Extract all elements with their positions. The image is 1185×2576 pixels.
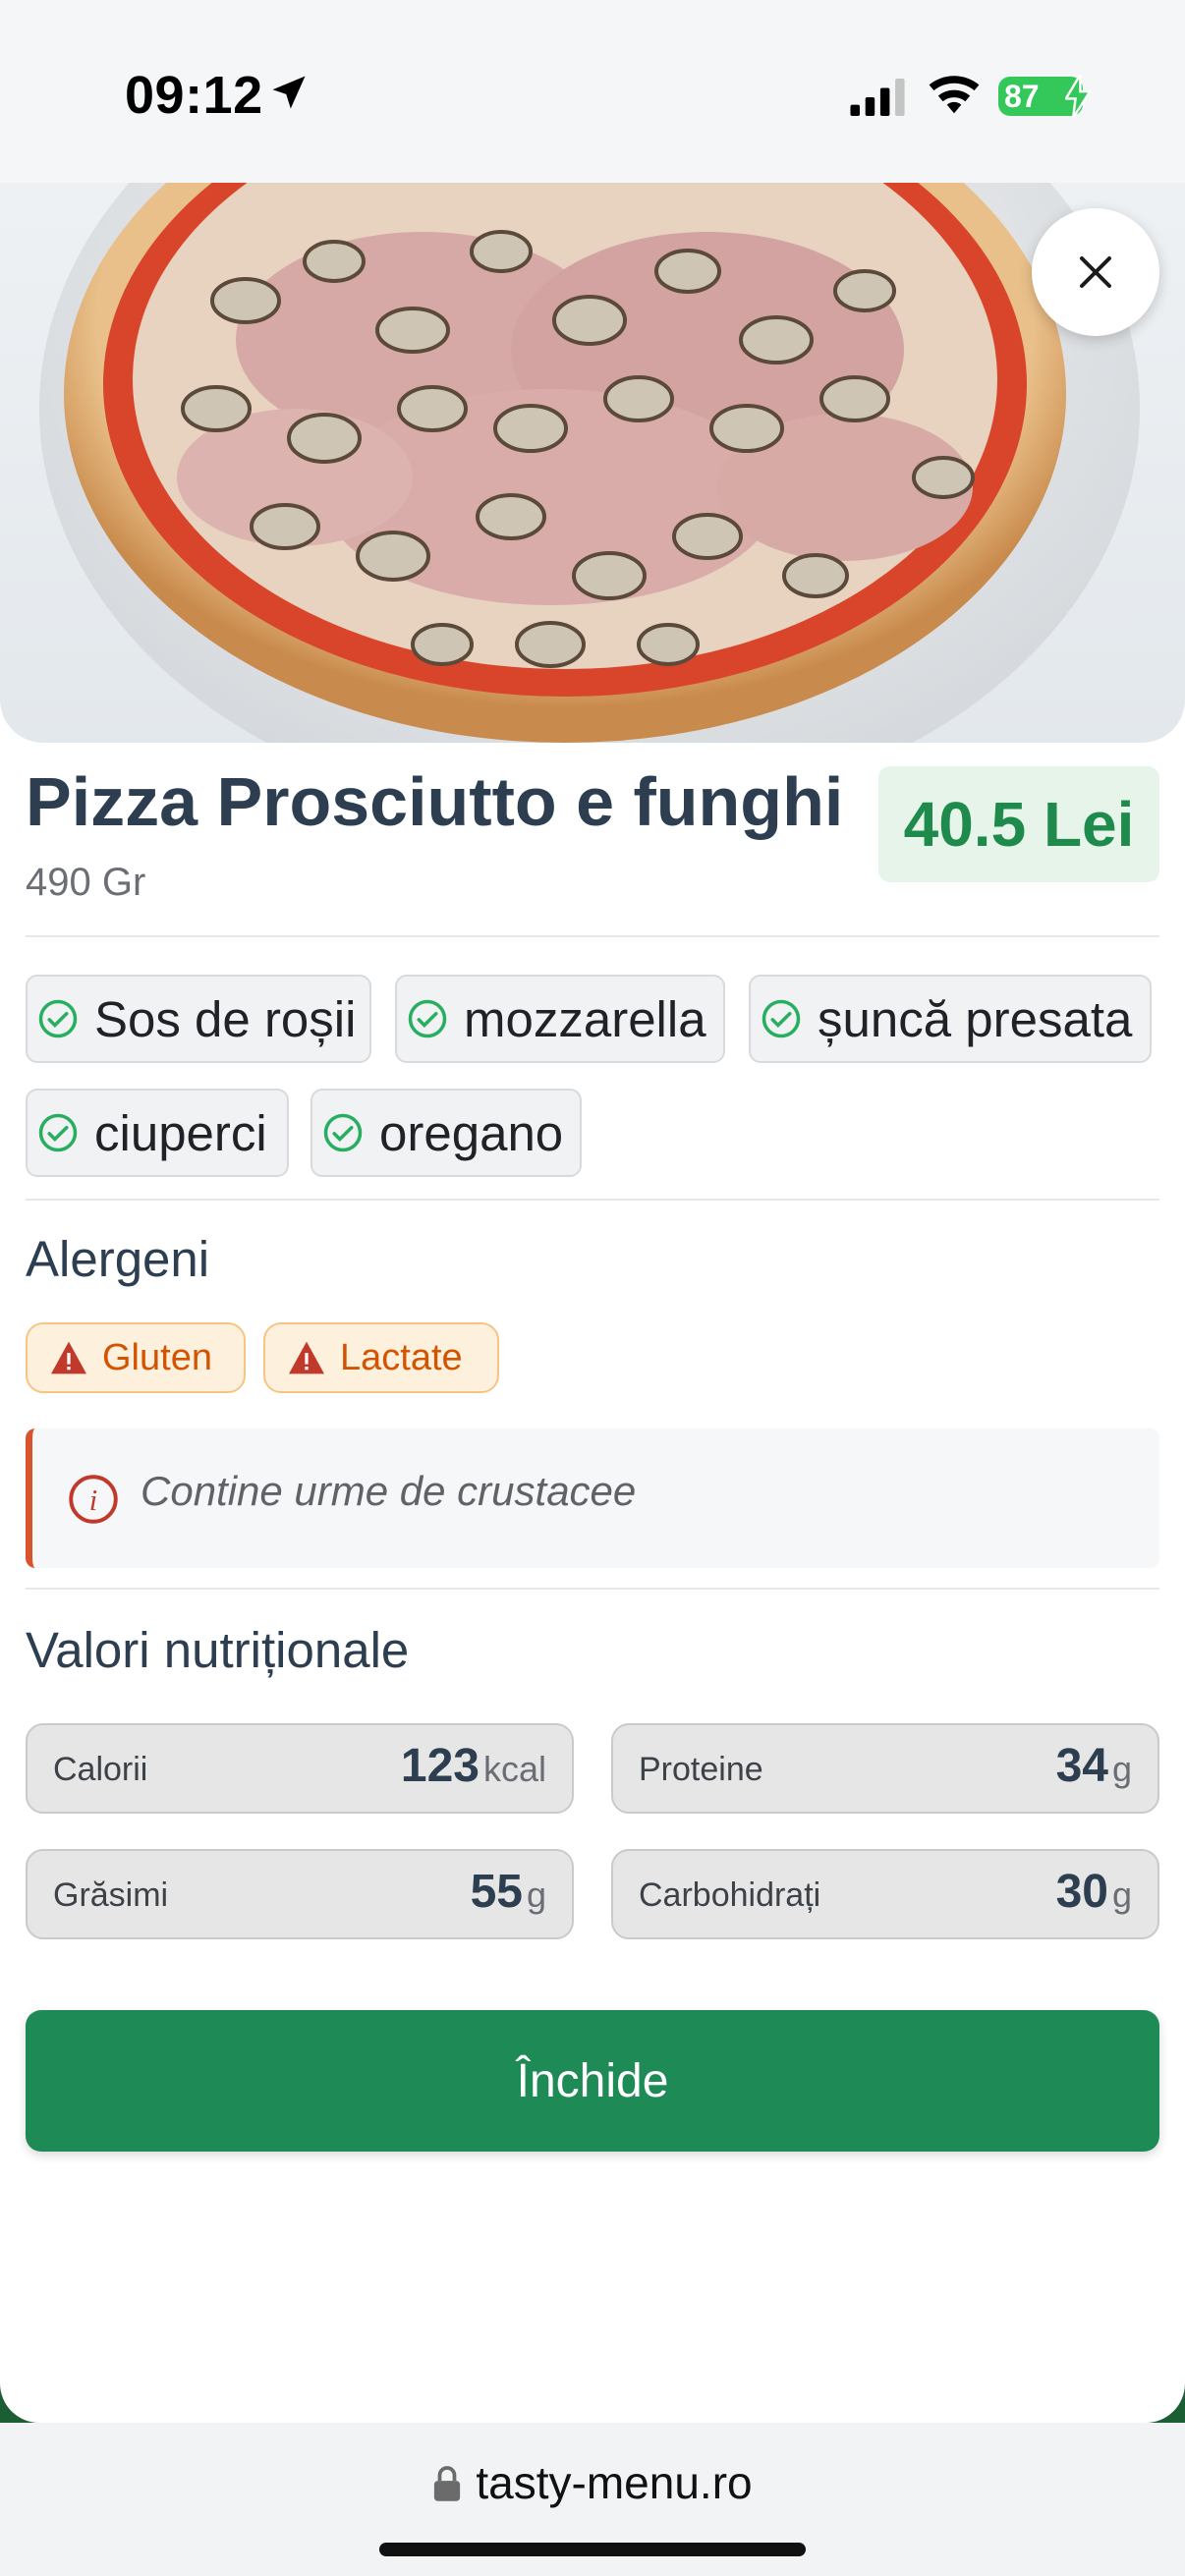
dish-name: Pizza Prosciutto e funghi (26, 763, 844, 840)
nutrition-value: 30 (1055, 1866, 1108, 1918)
url-field[interactable]: tasty-menu.ro (0, 2456, 1185, 2509)
battery-level: 87 (1004, 78, 1040, 114)
allergen-badge: Gluten (26, 1322, 246, 1393)
wifi-icon (929, 76, 980, 114)
allergen-badge: Lactate (263, 1322, 499, 1393)
dish-photo (0, 183, 1185, 743)
check-circle-icon (38, 999, 78, 1038)
nutrition-card: Carbohidrați 30 g (611, 1849, 1159, 1939)
cellular-signal-icon (850, 79, 905, 116)
allergens-title: Alergeni (26, 1231, 210, 1287)
ingredient-chip: oregano (310, 1089, 582, 1177)
warning-icon (289, 1341, 324, 1374)
status-time: 09:12 (125, 66, 263, 125)
nutrition-card: Calorii 123 kcal (26, 1723, 574, 1814)
nutrition-label: Proteine (639, 1751, 763, 1788)
pizza-illustration (39, 183, 1140, 743)
close-icon (1080, 256, 1111, 288)
ingredient-label: Sos de roșii (94, 990, 357, 1047)
check-circle-icon (323, 1113, 363, 1152)
ingredient-label: oregano (379, 1104, 564, 1161)
ingredient-label: ciuperci (94, 1104, 267, 1161)
charging-bolt-icon (1065, 75, 1091, 118)
nutrition-value: 123 (400, 1740, 480, 1792)
dish-weight: 490 Gr (26, 861, 146, 904)
allergen-note: i Contine urme de crustacee (26, 1428, 1159, 1568)
nutrition-unit: g (526, 1875, 546, 1915)
close-button[interactable]: Închide (26, 2010, 1159, 2152)
nutrition-unit: kcal (482, 1749, 546, 1789)
lock-icon (434, 2466, 461, 2501)
svg-text:i: i (89, 1484, 97, 1517)
warning-icon (51, 1341, 86, 1374)
home-indicator (379, 2543, 806, 2556)
allergen-label: Lactate (340, 1336, 463, 1378)
ingredient-chip: șuncă presata (749, 975, 1152, 1063)
divider (26, 935, 1159, 937)
ingredient-chip: mozzarella (395, 975, 725, 1063)
divider (26, 1199, 1159, 1201)
check-circle-icon (408, 999, 447, 1038)
nutrition-title: Valori nutriționale (26, 1622, 410, 1678)
allergen-label: Gluten (102, 1336, 212, 1378)
browser-address-bar: tasty-menu.ro (0, 2423, 1185, 2576)
nutrition-value: 55 (470, 1866, 523, 1918)
dish-detail-sheet: Pizza Prosciutto e funghi 490 Gr 40.5 Le… (0, 183, 1185, 2423)
nutrition-unit: g (1111, 1875, 1132, 1915)
nutrition-value: 34 (1055, 1740, 1108, 1792)
dish-price: 40.5 Lei (878, 766, 1159, 882)
close-icon-button[interactable] (1032, 208, 1159, 336)
nutrition-card: Proteine 34 g (611, 1723, 1159, 1814)
nutrition-label: Grăsimi (53, 1876, 169, 1914)
check-circle-icon (762, 999, 801, 1038)
nutrition-label: Carbohidrați (639, 1876, 821, 1914)
divider (26, 1588, 1159, 1590)
ingredient-chip: Sos de roșii (26, 975, 371, 1063)
ingredient-chip: ciuperci (26, 1089, 289, 1177)
ingredient-label: șuncă presata (818, 990, 1133, 1047)
nutrition-unit: g (1111, 1749, 1132, 1789)
nutrition-label: Calorii (53, 1751, 148, 1788)
ingredient-label: mozzarella (464, 990, 706, 1047)
url-text: tasty-menu.ro (476, 2457, 753, 2508)
nutrition-card: Grăsimi 55 g (26, 1849, 574, 1939)
location-arrow-icon (272, 76, 306, 109)
status-bar: 09:12 87 (0, 0, 1185, 183)
allergen-note-text: Contine urme de crustacee (141, 1468, 637, 1514)
check-circle-icon (38, 1113, 78, 1152)
info-icon: i (69, 1475, 118, 1524)
